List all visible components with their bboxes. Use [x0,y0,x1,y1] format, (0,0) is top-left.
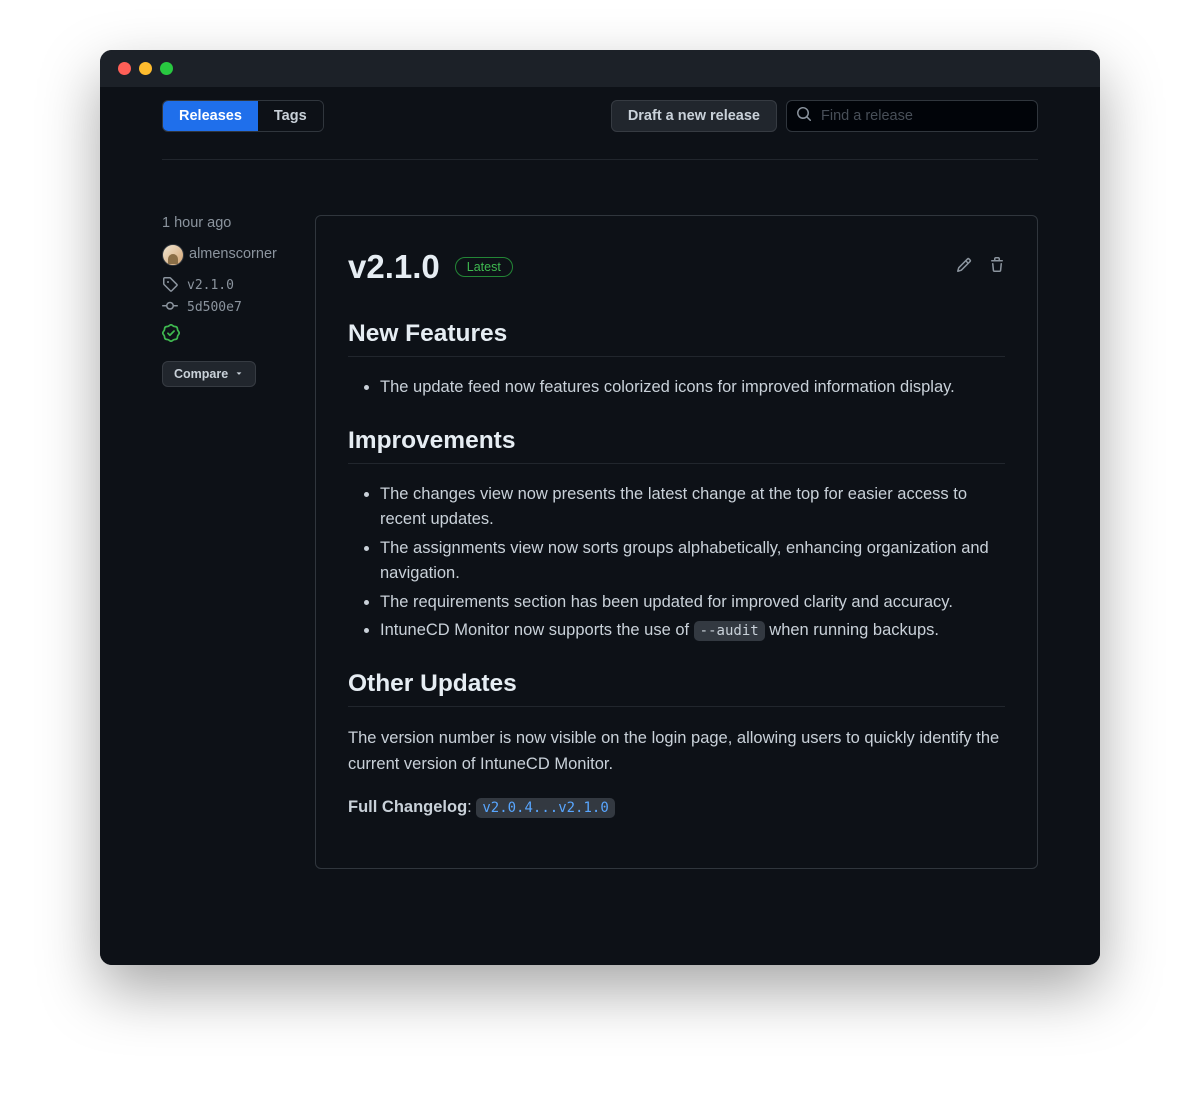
verified-badge[interactable] [162,324,299,347]
latest-badge: Latest [455,257,513,277]
search-input[interactable] [786,100,1038,132]
inline-code: --audit [694,621,765,641]
tabs: Releases Tags [162,100,324,132]
list-item: The requirements section has been update… [380,590,1005,616]
release-panel: v2.1.0 Latest New Features [315,215,1038,869]
release-time: 1 hour ago [162,215,299,231]
tab-tags[interactable]: Tags [258,101,323,131]
release-sidebar: 1 hour ago almenscorner v2.1.0 [162,215,299,869]
commit-icon [162,298,178,317]
header-bar: Releases Tags Draft a new release [162,100,1038,160]
paragraph: The version number is now visible on the… [348,725,1005,778]
section-heading: Improvements [348,427,1005,464]
edit-button[interactable] [956,257,972,278]
titlebar [100,50,1100,87]
list-item: The update feed now features colorized i… [380,375,1005,401]
section-heading: Other Updates [348,670,1005,707]
list-item: IntuneCD Monitor now supports the use of… [380,618,1005,644]
search-icon [796,106,812,127]
delete-button[interactable] [989,257,1005,278]
release-body: New Features The update feed now feature… [348,320,1005,820]
compare-label: Compare [174,367,228,381]
tag-name: v2.1.0 [187,278,234,293]
changelog-link[interactable]: v2.0.4...v2.1.0 [476,798,614,818]
avatar [162,244,184,266]
commit-link[interactable]: 5d500e7 [162,298,299,317]
tag-icon [162,276,178,295]
release-version[interactable]: v2.1.0 [348,248,440,286]
tab-releases[interactable]: Releases [163,101,258,131]
release-author[interactable]: almenscorner [162,244,299,266]
changelog-label: Full Changelog [348,798,467,816]
list-item: The assignments view now sorts groups al… [380,536,1005,587]
window-minimize[interactable] [139,62,152,75]
compare-button[interactable]: Compare [162,361,256,387]
window-close[interactable] [118,62,131,75]
draft-release-button[interactable]: Draft a new release [611,100,777,132]
commit-sha: 5d500e7 [187,300,242,315]
window: Releases Tags Draft a new release 1 hour… [100,50,1100,965]
author-name: almenscorner [189,244,277,266]
dropdown-icon [234,367,244,381]
changelog-line: Full Changelog: v2.0.4...v2.1.0 [348,794,1005,820]
list-item: The changes view now presents the latest… [380,482,1005,533]
tag-link[interactable]: v2.1.0 [162,276,299,295]
window-maximize[interactable] [160,62,173,75]
section-heading: New Features [348,320,1005,357]
